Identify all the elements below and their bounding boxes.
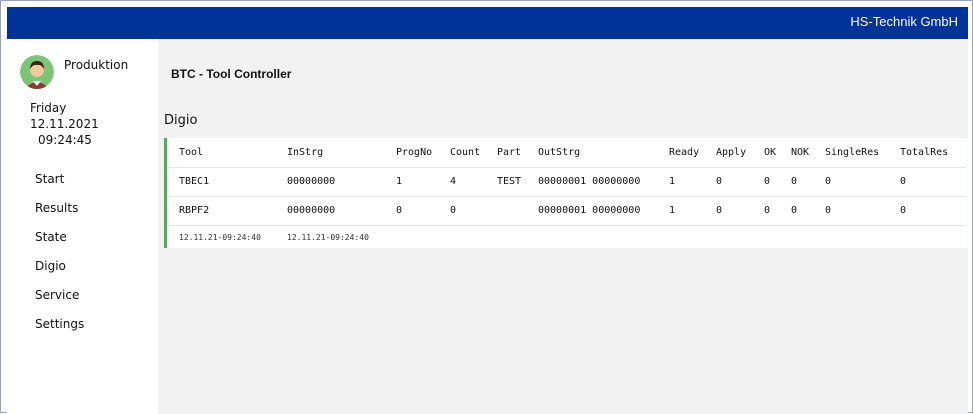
table-cell: 0 — [764, 205, 771, 216]
top-bar: HS-Technik GmbH — [7, 7, 968, 39]
section-title: Digio — [164, 113, 198, 128]
table-cell: 1 — [669, 205, 676, 216]
column-header: Part — [497, 146, 522, 158]
table-cell: 00000001 00000000 — [538, 205, 641, 216]
table-cell: 0 — [791, 205, 798, 216]
table-header-row: Tool InStrg ProgNo Count Part OutStrg Re… — [167, 138, 966, 167]
table-footer-row: 12.11.21-09:24:40 12.11.21-09:24:40 — [167, 225, 966, 249]
table-cell: 0 — [791, 176, 798, 187]
column-header: Tool — [179, 146, 204, 158]
nav-item-results[interactable]: Results — [7, 194, 158, 223]
column-header: ProgNo — [396, 146, 433, 158]
table-cell-empty — [396, 225, 966, 249]
nav-item-service[interactable]: Service — [7, 281, 158, 310]
table-cell: RBPF2 — [179, 205, 210, 216]
column-header: TotalRes — [900, 146, 949, 158]
current-day: Friday — [30, 101, 67, 115]
user-name: Produktion — [64, 58, 129, 72]
table-cell: 0 — [716, 205, 723, 216]
main-content: BTC - Tool Controller Digio Tool InStrg … — [158, 39, 969, 414]
table-cell: 1 — [396, 176, 403, 187]
user-avatar-icon — [20, 55, 54, 89]
table-cell: 00000000 — [287, 176, 336, 187]
table-cell: TEST — [497, 176, 522, 187]
nav-menu: Start Results State Digio Service Settin… — [7, 165, 158, 339]
nav-item-digio[interactable]: Digio — [7, 252, 158, 281]
current-date: 12.11.2021 — [30, 117, 99, 131]
out-timestamp: 12.11.21-09:24:40 — [287, 232, 369, 242]
column-header: InStrg — [287, 146, 324, 158]
table-cell: 00000000 — [287, 205, 336, 216]
table-cell: 1 — [669, 176, 676, 187]
nav-item-start[interactable]: Start — [7, 165, 158, 194]
page-title: BTC - Tool Controller — [171, 67, 292, 81]
brand-name: HS-Technik GmbH — [850, 14, 958, 29]
digio-table: Tool InStrg ProgNo Count Part OutStrg Re… — [167, 138, 966, 249]
sidebar: Produktion Friday 12.11.2021 09:24:45 St… — [7, 39, 158, 414]
table-cell — [497, 196, 538, 225]
table-cell: TBEC1 — [179, 176, 210, 187]
table-row: TBEC1 00000000 1 4 TEST 00000001 0000000… — [167, 167, 966, 196]
table-cell: 0 — [716, 176, 723, 187]
column-header: OK — [764, 146, 777, 158]
table-row: RBPF2 00000000 0 0 00000001 00000000 1 0… — [167, 196, 966, 225]
table-cell: 0 — [900, 205, 907, 216]
nav-item-settings[interactable]: Settings — [7, 310, 158, 339]
table-cell: 4 — [450, 176, 457, 187]
column-header: OutStrg — [538, 146, 581, 158]
app-frame: HS-Technik GmbH Produktion Friday 12.11.… — [0, 0, 973, 414]
column-header: SingleRes — [825, 146, 880, 158]
table-cell: 0 — [900, 176, 907, 187]
table-cell: 00000001 00000000 — [538, 176, 641, 187]
table-cell: 0 — [396, 205, 403, 216]
digio-card: Tool InStrg ProgNo Count Part OutStrg Re… — [164, 138, 969, 248]
nav-item-state[interactable]: State — [7, 223, 158, 252]
column-header: NOK — [791, 146, 810, 158]
table-cell: 0 — [825, 205, 832, 216]
column-header: Apply — [716, 146, 747, 158]
column-header: Ready — [669, 146, 700, 158]
current-time: 09:24:45 — [38, 133, 92, 147]
table-cell: 0 — [825, 176, 832, 187]
in-timestamp: 12.11.21-09:24:40 — [179, 232, 261, 242]
column-header: Count — [450, 146, 481, 158]
table-cell: 0 — [450, 205, 457, 216]
table-cell: 0 — [764, 176, 771, 187]
